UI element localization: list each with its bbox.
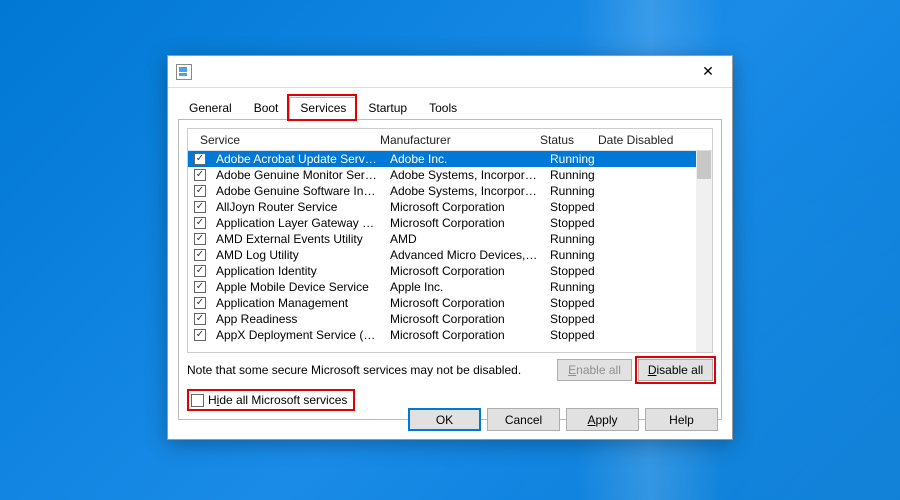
cell-manufacturer: Microsoft Corporation: [384, 328, 544, 342]
services-list: Service Manufacturer Status Date Disable…: [187, 128, 713, 353]
scrollbar[interactable]: [696, 151, 712, 352]
col-service[interactable]: Service: [194, 130, 374, 150]
cell-status: Running: [544, 232, 602, 246]
cell-service: Apple Mobile Device Service: [210, 280, 384, 294]
col-date-disabled[interactable]: Date Disabled: [592, 130, 712, 150]
cell-status: Stopped: [544, 328, 602, 342]
msconfig-icon: [176, 64, 192, 80]
tab-boot[interactable]: Boot: [243, 97, 290, 120]
titlebar: ✕: [168, 56, 732, 88]
cell-service: App Readiness: [210, 312, 384, 326]
service-row[interactable]: ✓ Application ManagementMicrosoft Corpora…: [188, 295, 696, 311]
list-body[interactable]: ✓Adobe Acrobat Update ServiceAdobe Inc.R…: [188, 151, 696, 352]
service-row[interactable]: ✓ AppX Deployment Service (AppX...Microso…: [188, 327, 696, 343]
close-button[interactable]: ✕: [688, 58, 728, 86]
cell-service: AMD External Events Utility: [210, 232, 384, 246]
cell-manufacturer: Adobe Inc.: [384, 152, 544, 166]
cancel-button[interactable]: Cancel: [487, 408, 560, 431]
tab-general[interactable]: General: [178, 97, 243, 120]
col-status[interactable]: Status: [534, 130, 592, 150]
cell-service: Adobe Acrobat Update Service: [210, 152, 384, 166]
cell-status: Stopped: [544, 200, 602, 214]
cell-manufacturer: Advanced Micro Devices, I...: [384, 248, 544, 262]
service-row[interactable]: ✓ Adobe Genuine Monitor ServiceAdobe Syst…: [188, 167, 696, 183]
cell-service: AMD Log Utility: [210, 248, 384, 262]
service-row[interactable]: ✓ AMD External Events UtilityAMDRunning: [188, 231, 696, 247]
hide-ms-services-checkbox[interactable]: Hide all Microsoft services: [187, 389, 355, 411]
cell-status: Stopped: [544, 264, 602, 278]
service-row[interactable]: ✓ Application Layer Gateway ServiceMicros…: [188, 215, 696, 231]
cell-service: Adobe Genuine Software Integri...: [210, 184, 384, 198]
col-manufacturer[interactable]: Manufacturer: [374, 130, 534, 150]
cell-status: Running: [544, 248, 602, 262]
cell-manufacturer: Microsoft Corporation: [384, 264, 544, 278]
enable-all-button[interactable]: Enable all: [557, 359, 632, 381]
service-row[interactable]: ✓ Application IdentityMicrosoft Corporati…: [188, 263, 696, 279]
row-checkbox[interactable]: ✓: [194, 233, 206, 245]
service-row[interactable]: ✓ Adobe Acrobat Update ServiceAdobe Inc.R…: [188, 151, 696, 167]
cell-service: AppX Deployment Service (AppX...: [210, 328, 384, 342]
row-checkbox[interactable]: ✓: [194, 281, 206, 293]
help-button[interactable]: Help: [645, 408, 718, 431]
tab-strip: GeneralBootServicesStartupTools: [178, 96, 722, 120]
disable-all-button[interactable]: Disable all: [638, 359, 713, 381]
row-checkbox[interactable]: ✓: [194, 249, 206, 261]
footer-buttons: OK Cancel Apply Help: [408, 408, 718, 431]
cell-status: Running: [544, 152, 602, 166]
row-checkbox[interactable]: ✓: [194, 185, 206, 197]
note-text: Note that some secure Microsoft services…: [187, 363, 551, 377]
row-checkbox[interactable]: ✓: [194, 297, 206, 309]
row-checkbox[interactable]: ✓: [194, 169, 206, 181]
row-checkbox[interactable]: ✓: [194, 217, 206, 229]
row-checkbox[interactable]: ✓: [194, 201, 206, 213]
ok-button[interactable]: OK: [408, 408, 481, 431]
hide-ms-services-label: Hide all Microsoft services: [208, 393, 347, 407]
tab-tools[interactable]: Tools: [418, 97, 468, 120]
checkbox-icon: [191, 394, 204, 407]
service-row[interactable]: ✓ Apple Mobile Device ServiceApple Inc.Ru…: [188, 279, 696, 295]
cell-manufacturer: Microsoft Corporation: [384, 296, 544, 310]
cell-manufacturer: Apple Inc.: [384, 280, 544, 294]
msconfig-dialog: ✕ GeneralBootServicesStartupTools Servic…: [167, 55, 733, 440]
apply-button[interactable]: Apply: [566, 408, 639, 431]
list-header: Service Manufacturer Status Date Disable…: [188, 129, 712, 151]
row-checkbox[interactable]: ✓: [194, 329, 206, 341]
tab-startup[interactable]: Startup: [357, 97, 418, 120]
tab-services[interactable]: Services: [289, 97, 357, 120]
cell-status: Stopped: [544, 216, 602, 230]
cell-status: Stopped: [544, 312, 602, 326]
service-row[interactable]: ✓ AMD Log UtilityAdvanced Micro Devices, …: [188, 247, 696, 263]
row-checkbox[interactable]: ✓: [194, 153, 206, 165]
cell-manufacturer: Adobe Systems, Incorpora...: [384, 168, 544, 182]
cell-manufacturer: Microsoft Corporation: [384, 312, 544, 326]
cell-service: Application Layer Gateway Service: [210, 216, 384, 230]
service-row[interactable]: ✓ Adobe Genuine Software Integri...Adobe …: [188, 183, 696, 199]
cell-status: Running: [544, 168, 602, 182]
row-checkbox[interactable]: ✓: [194, 265, 206, 277]
cell-service: AllJoyn Router Service: [210, 200, 384, 214]
cell-service: Application Management: [210, 296, 384, 310]
cell-manufacturer: Microsoft Corporation: [384, 200, 544, 214]
cell-status: Running: [544, 184, 602, 198]
row-checkbox[interactable]: ✓: [194, 313, 206, 325]
cell-service: Application Identity: [210, 264, 384, 278]
service-row[interactable]: ✓ App ReadinessMicrosoft CorporationStopp…: [188, 311, 696, 327]
cell-service: Adobe Genuine Monitor Service: [210, 168, 384, 182]
cell-status: Running: [544, 280, 602, 294]
cell-manufacturer: Microsoft Corporation: [384, 216, 544, 230]
cell-manufacturer: AMD: [384, 232, 544, 246]
service-row[interactable]: ✓ AllJoyn Router ServiceMicrosoft Corpora…: [188, 199, 696, 215]
scroll-thumb[interactable]: [697, 151, 711, 179]
cell-status: Stopped: [544, 296, 602, 310]
cell-manufacturer: Adobe Systems, Incorpora...: [384, 184, 544, 198]
services-tab-content: Service Manufacturer Status Date Disable…: [178, 120, 722, 420]
